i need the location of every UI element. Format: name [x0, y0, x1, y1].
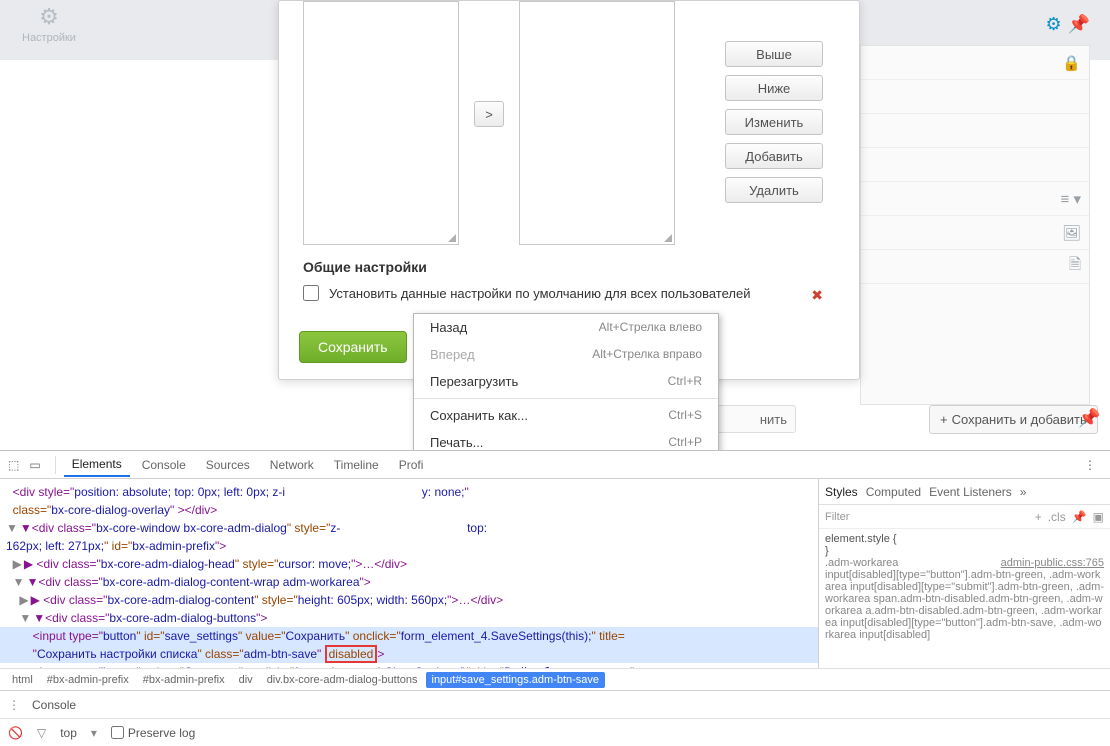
more-icon[interactable]: ⋮ [1084, 458, 1096, 472]
tab-styles[interactable]: Styles [825, 485, 858, 499]
cls-toggle[interactable]: .cls [1048, 510, 1066, 524]
styles-filter-row: Filter + .cls 📌 ▣ [819, 505, 1110, 529]
filter-input[interactable]: Filter [825, 511, 1029, 523]
elements-breadcrumb[interactable]: html #bx-admin-prefix #bx-admin-prefix d… [0, 668, 1110, 690]
dropdown-icon[interactable]: ▾ [91, 726, 97, 740]
devtools-body: <div style="position: absolute; top: 0px… [0, 479, 1110, 668]
partially-hidden-button[interactable]: нить [716, 405, 796, 433]
edit-button[interactable]: Изменить [725, 109, 823, 135]
console-toolbar: 🚫 ▽ top ▾ Preserve log [0, 718, 1110, 746]
pin-icon[interactable]: 📌 [1072, 510, 1087, 524]
tab-event-listeners[interactable]: Event Listeners [929, 485, 1012, 499]
styles-sidebar: Styles Computed Event Listeners » Filter… [818, 479, 1110, 668]
inspect-icon[interactable]: ⬚ [8, 458, 19, 472]
filter-icon[interactable]: ▽ [37, 726, 46, 740]
close-icon[interactable]: ✖ [811, 287, 823, 304]
tab-computed[interactable]: Computed [866, 485, 921, 499]
tab-timeline[interactable]: Timeline [326, 454, 387, 476]
default-settings-checkbox[interactable] [303, 285, 319, 301]
clear-console-icon[interactable]: 🚫 [8, 726, 23, 740]
menu-forward: ВпередAlt+Стрелка вправо [414, 341, 718, 368]
plus-icon: + [940, 412, 948, 427]
menu-separator [414, 398, 718, 399]
pin-icon[interactable]: 📌 [1068, 14, 1090, 35]
console-drawer-header[interactable]: ⋮ Console [0, 690, 1110, 718]
down-button[interactable]: Ниже [725, 75, 823, 101]
sidebar-settings-item[interactable]: ⚙ Настройки [22, 4, 76, 44]
default-settings-row: Установить данные настройки по умолчанию… [303, 285, 750, 301]
add-rule-icon[interactable]: + [1035, 510, 1042, 524]
gear-icon: ⚙ [22, 4, 76, 30]
move-right-button[interactable]: > [474, 101, 504, 127]
gear-icon[interactable]: ⚙ [1045, 14, 1061, 35]
top-right-controls: ⚙ 📌 [1045, 14, 1090, 35]
tab-more[interactable]: » [1020, 485, 1027, 499]
list-icon[interactable]: ≡ ▾ [1061, 190, 1081, 208]
tab-sources[interactable]: Sources [198, 454, 258, 476]
context-selector[interactable]: top [60, 726, 77, 740]
menu-back[interactable]: НазадAlt+Стрелка влево [414, 314, 718, 341]
styles-body[interactable]: element.style { } .adm-workareaadmin-pub… [819, 529, 1110, 668]
reorder-buttons: Выше Ниже Изменить Добавить Удалить [725, 41, 823, 203]
up-button[interactable]: Выше [725, 41, 823, 67]
sidebar-settings-label: Настройки [22, 32, 76, 44]
lock-icon: 🔒 [1062, 54, 1081, 72]
add-button[interactable]: Добавить [725, 143, 823, 169]
save-and-add-label: Сохранить и добавить [952, 412, 1087, 427]
tab-profiles[interactable]: Profi [391, 454, 432, 476]
preserve-log-checkbox[interactable]: Preserve log [111, 726, 195, 740]
devtools-tabs: ⬚ ▭ Elements Console Sources Network Tim… [0, 451, 1110, 479]
devtools-panel: ⬚ ▭ Elements Console Sources Network Tim… [0, 450, 1110, 746]
default-settings-label: Установить данные настройки по умолчанию… [329, 286, 750, 301]
tab-elements[interactable]: Elements [64, 453, 130, 477]
image-icon[interactable]: 🖼 [1062, 224, 1081, 242]
pin-icon[interactable]: 📌 [1078, 408, 1100, 429]
save-button[interactable]: Сохранить [299, 331, 407, 363]
styles-tabs: Styles Computed Event Listeners » [819, 479, 1110, 505]
tab-network[interactable]: Network [262, 454, 322, 476]
file-icon[interactable]: 🗎 [1069, 254, 1081, 279]
device-icon[interactable]: ▭ [29, 458, 40, 472]
section-title: Общие настройки [303, 259, 427, 275]
expand-icon[interactable]: ⋮ [8, 698, 20, 712]
hover-icon[interactable]: ▣ [1093, 510, 1104, 524]
elements-tree[interactable]: <div style="position: absolute; top: 0px… [0, 479, 818, 668]
left-listbox[interactable] [303, 1, 459, 245]
background-side-panel: 🔒 ≡ ▾ 🖼 🗎 [860, 45, 1090, 405]
console-drawer-label: Console [32, 698, 76, 712]
menu-save-as[interactable]: Сохранить как...Ctrl+S [414, 402, 718, 429]
save-and-add-button[interactable]: + Сохранить и добавить [929, 405, 1098, 434]
right-listbox[interactable] [519, 1, 675, 245]
menu-reload[interactable]: ПерезагрузитьCtrl+R [414, 368, 718, 395]
delete-button[interactable]: Удалить [725, 177, 823, 203]
tab-console[interactable]: Console [134, 454, 194, 476]
